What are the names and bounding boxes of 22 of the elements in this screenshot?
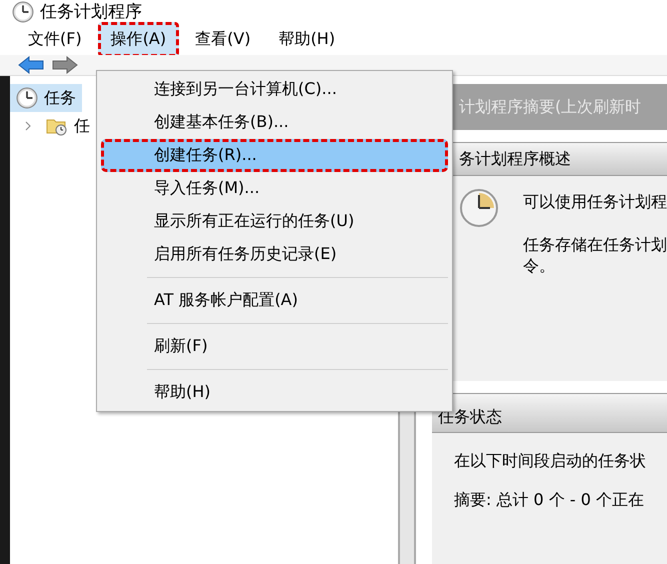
menu-item[interactable]: 文件(F) bbox=[16, 22, 94, 56]
menu-item[interactable]: AT 服务帐户配置(A) bbox=[101, 284, 448, 317]
tree-item[interactable]: 任 bbox=[10, 112, 96, 140]
menu-item[interactable]: 刷新(F) bbox=[101, 330, 448, 363]
status-text: 在以下时间段启动的任务状 bbox=[454, 451, 646, 472]
chevron-icon[interactable] bbox=[24, 121, 32, 131]
menu-item[interactable]: 启用所有任务历史记录(E) bbox=[101, 238, 448, 271]
overview-text: 令。 bbox=[522, 256, 555, 277]
back-arrow-icon[interactable] bbox=[18, 55, 44, 75]
menu-item[interactable]: 创建任务(R)... bbox=[101, 139, 448, 172]
forward-arrow-icon[interactable] bbox=[52, 55, 78, 75]
menu-item[interactable]: 查看(V) bbox=[183, 22, 263, 56]
clock-icon bbox=[16, 87, 38, 109]
status-text: 摘要: 总计 0 个 - 0 个正在 bbox=[454, 490, 644, 511]
overview-text: 任务存储在任务计划 bbox=[522, 235, 667, 256]
menu-item[interactable]: 操作(A) bbox=[98, 22, 180, 56]
window-title: 任务计划程序 bbox=[40, 1, 142, 23]
tree-item[interactable]: 任务 bbox=[10, 84, 82, 112]
menu-item[interactable]: 帮助(H) bbox=[266, 22, 348, 56]
clock-icon bbox=[458, 188, 499, 228]
menu-item[interactable]: 显示所有正在运行的任务(U) bbox=[101, 205, 448, 238]
overview-text: 可以使用任务计划程 bbox=[522, 192, 667, 213]
